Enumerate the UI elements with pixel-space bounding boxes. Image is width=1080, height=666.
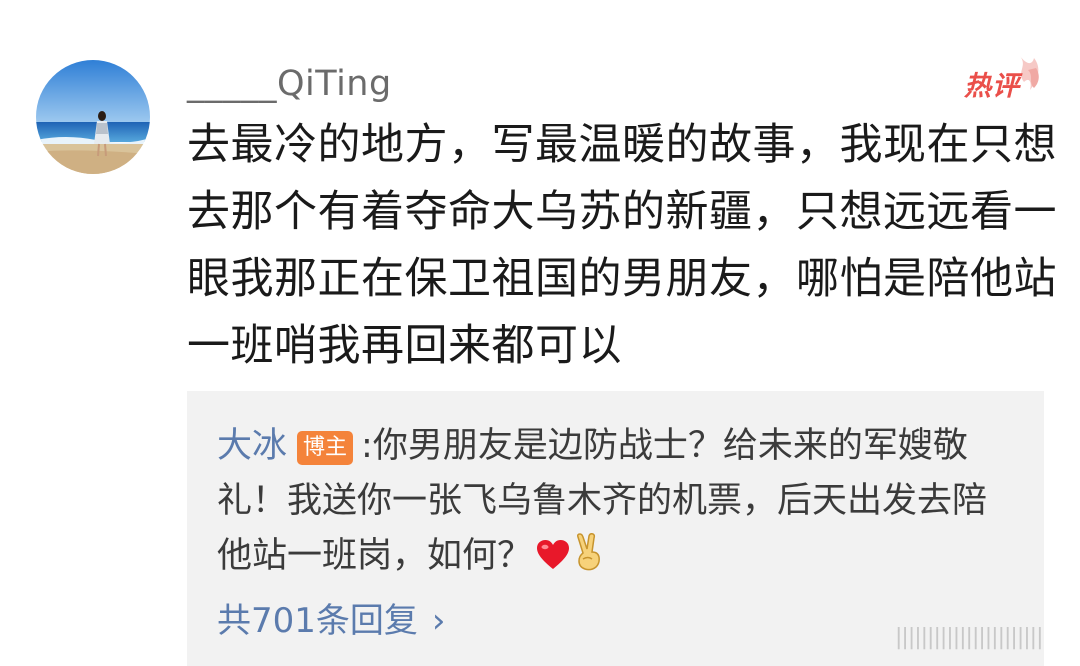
reply-content: 大冰 博主:你男朋友是边防战士？给未来的军嫂敬礼！我送你一张飞乌鲁木齐的机票，后天… (217, 419, 1007, 588)
user-avatar[interactable] (36, 60, 150, 174)
beach-photo-avatar (36, 60, 150, 174)
victory-hand-emoji (574, 533, 604, 588)
view-all-replies-link[interactable]: 共701条回复 › (217, 598, 446, 644)
comment-card: _____QiTing 热评 去最冷的地方，写最温暖的故事，我现在只想去那个有着… (0, 0, 1080, 666)
reply-author[interactable]: 大冰 (217, 426, 287, 466)
chevron-right-icon: › (431, 601, 446, 641)
hot-comment-badge: 热评 (958, 50, 1048, 110)
hot-label: 热评 (964, 71, 1020, 102)
blogger-badge: 博主 (297, 431, 354, 465)
reply-count-label: 共701条回复 (217, 601, 418, 641)
comment-body: 去最冷的地方，写最温暖的故事，我现在只想去那个有着夺命大乌苏的新疆，只想远远看一… (187, 120, 1057, 371)
red-heart-emoji (536, 533, 570, 588)
barcode-watermark: ||||||||||||||||||||||| (895, 625, 1043, 650)
reply-separator: : (361, 426, 373, 466)
comment-username[interactable]: _____QiTing (187, 62, 392, 106)
